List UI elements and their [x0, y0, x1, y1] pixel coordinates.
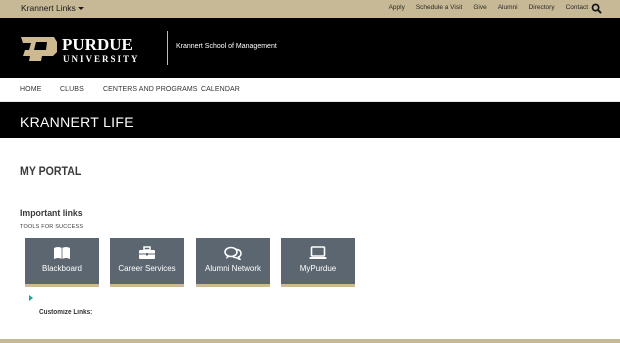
utility-bar: Krannert Links Apply Schedule a Visit Gi…: [0, 0, 620, 18]
utility-link-give[interactable]: Give: [473, 4, 486, 11]
logo-word-bottom: UNIVERSITY: [63, 54, 140, 64]
utility-link-directory[interactable]: Directory: [529, 4, 555, 11]
tile-mypurdue[interactable]: MyPurdue: [281, 238, 355, 287]
logo-word-top: PURDUE: [62, 35, 133, 54]
tile-label: MyPurdue: [299, 264, 337, 273]
main-nav: HOME CLUBS CENTERS AND PROGRAMS CALENDAR: [0, 78, 620, 102]
utility-link-schedule-visit[interactable]: Schedule a Visit: [416, 4, 463, 11]
page-title: MY PORTAL: [20, 166, 82, 178]
tile-alumni-network[interactable]: Alumni Network: [196, 238, 270, 287]
important-links-heading: Important links: [20, 208, 83, 219]
nav-calendar[interactable]: CALENDAR: [201, 86, 240, 93]
logo-divider: [167, 31, 168, 65]
brand-header: PURDUE UNIVERSITY Krannert School of Man…: [0, 18, 620, 78]
caret-down-icon: [77, 7, 84, 10]
tile-label: Career Services: [118, 264, 176, 273]
expand-arrow-icon[interactable]: [29, 295, 33, 301]
briefcase-icon: [139, 246, 155, 259]
krannert-links-dropdown[interactable]: Krannert Links: [21, 3, 84, 13]
tile-career-services[interactable]: Career Services: [110, 238, 184, 287]
monitor-icon: [309, 246, 327, 259]
chat-icon: [224, 246, 242, 260]
search-icon[interactable]: [591, 3, 602, 14]
school-name[interactable]: Krannert School of Management: [176, 43, 277, 50]
tile-label: Alumni Network: [204, 264, 261, 273]
important-links-subheading: TOOLS FOR SUCCESS: [20, 224, 84, 230]
hero-banner: KRANNERT LIFE: [0, 102, 620, 138]
utility-link-apply[interactable]: Apply: [389, 4, 405, 11]
customize-links-label: Customize Links:: [39, 309, 93, 316]
utility-links: Apply Schedule a Visit Give Alumni Direc…: [378, 4, 588, 11]
footer-strip: [0, 339, 620, 343]
purdue-logo[interactable]: PURDUE UNIVERSITY: [20, 33, 165, 65]
hero-title: KRANNERT LIFE: [20, 114, 134, 130]
krannert-links-label: Krannert Links: [21, 3, 76, 13]
tile-label: Blackboard: [41, 264, 83, 273]
utility-link-alumni[interactable]: Alumni: [498, 4, 518, 11]
nav-clubs[interactable]: CLUBS: [60, 86, 84, 93]
nav-home[interactable]: HOME: [20, 86, 41, 93]
tile-blackboard[interactable]: Blackboard: [25, 238, 99, 287]
nav-centers-programs[interactable]: CENTERS AND PROGRAMS: [103, 86, 198, 93]
utility-link-contact[interactable]: Contact: [566, 4, 588, 11]
book-icon: [54, 247, 70, 259]
